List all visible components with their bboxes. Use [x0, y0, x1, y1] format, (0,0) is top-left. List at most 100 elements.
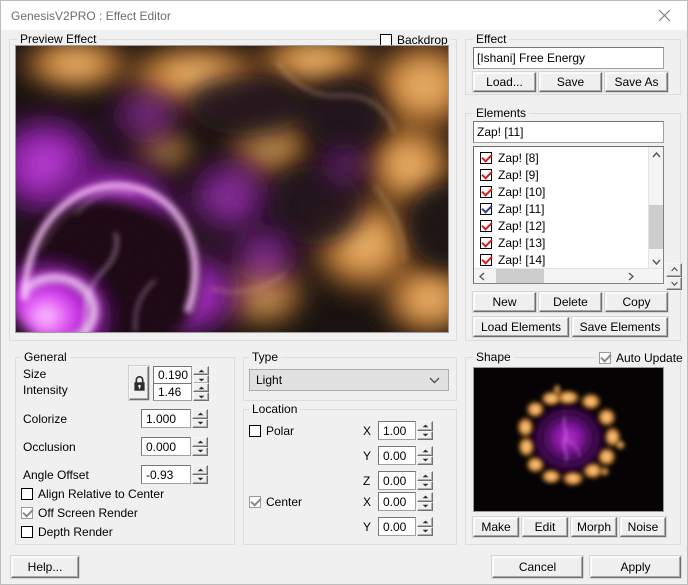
spinner-up-icon[interactable]: [417, 421, 433, 431]
off-screen-render-checkbox[interactable]: Off Screen Render: [21, 506, 138, 520]
colorize-spinner[interactable]: [192, 409, 208, 428]
cancel-button[interactable]: Cancel: [492, 556, 583, 578]
spinner-up-icon[interactable]: [417, 517, 433, 527]
element-selected-input[interactable]: Zap! [11]: [473, 121, 664, 143]
occlusion-spinner[interactable]: [192, 437, 208, 456]
lock-closed-icon[interactable]: [129, 366, 149, 400]
list-item[interactable]: Zap! [10]: [474, 183, 648, 200]
effect-name-input[interactable]: [Ishani] Free Energy: [473, 47, 664, 69]
delete-element-button[interactable]: Delete: [539, 292, 602, 312]
polar-x-spinner[interactable]: [417, 421, 433, 440]
spinner-down-icon[interactable]: [193, 392, 209, 401]
chevron-left-icon[interactable]: [474, 269, 490, 283]
polar-x-input[interactable]: 1.00: [378, 421, 416, 440]
center-checkbox[interactable]: Center: [249, 495, 302, 509]
elements-vscroll-thumb[interactable]: [649, 205, 663, 249]
list-item[interactable]: Zap! [12]: [474, 217, 648, 234]
spinner-up-icon[interactable]: [192, 409, 208, 419]
spinner-up-icon[interactable]: [193, 366, 209, 375]
element-checkbox[interactable]: [480, 236, 492, 249]
edit-shape-button[interactable]: Edit: [522, 517, 568, 537]
intensity-spinner[interactable]: [193, 383, 209, 401]
spinner-down-icon[interactable]: [417, 430, 433, 440]
angle-offset-spinner[interactable]: [192, 465, 208, 484]
chevron-up-icon[interactable]: [649, 147, 663, 163]
elements-listbox[interactable]: Zap! [8] Zap! [9] Zap! [10] Zap! [11] Zap! […: [473, 146, 664, 284]
element-checkbox[interactable]: [480, 151, 492, 164]
spinner-down-icon[interactable]: [417, 501, 433, 511]
elements-hscroll-thumb[interactable]: [496, 269, 544, 283]
save-elements-button[interactable]: Save Elements: [572, 317, 668, 337]
elements-horizontal-scrollbar[interactable]: [474, 268, 663, 283]
apply-button[interactable]: Apply: [590, 556, 681, 578]
center-checkbox-box: [249, 496, 261, 508]
save-effect-button[interactable]: Save: [539, 72, 602, 92]
spinner-up-icon[interactable]: [192, 465, 208, 475]
help-button[interactable]: Help...: [11, 556, 79, 578]
center-y-input[interactable]: 0.00: [378, 517, 416, 536]
center-y-spinner[interactable]: [417, 517, 433, 536]
polar-checkbox[interactable]: Polar: [249, 424, 294, 438]
copy-element-button[interactable]: Copy: [605, 292, 668, 312]
spinner-up-icon[interactable]: [417, 471, 433, 481]
type-dropdown[interactable]: Light: [249, 369, 449, 391]
depth-render-checkbox[interactable]: Depth Render: [21, 525, 113, 539]
save-as-effect-button[interactable]: Save As: [605, 72, 668, 92]
occlusion-input[interactable]: 0.000: [141, 437, 191, 456]
spinner-down-icon[interactable]: [192, 418, 208, 428]
spinner-down-icon[interactable]: [666, 276, 682, 290]
spinner-up-icon[interactable]: [666, 263, 682, 277]
angle-offset-input[interactable]: -0.93: [141, 465, 191, 484]
element-checkbox[interactable]: [480, 185, 492, 198]
new-element-button[interactable]: New: [473, 292, 536, 312]
element-checkbox[interactable]: [480, 202, 492, 215]
intensity-input[interactable]: 1.46: [153, 383, 192, 401]
align-checkbox-box: [21, 488, 33, 500]
load-effect-button[interactable]: Load...: [473, 72, 536, 92]
spinner-down-icon[interactable]: [192, 474, 208, 484]
element-checkbox[interactable]: [480, 253, 492, 266]
morph-shape-button[interactable]: Morph: [571, 517, 617, 537]
size-input[interactable]: 0.190: [153, 366, 192, 384]
off-screen-label: Off Screen Render: [38, 506, 138, 520]
elements-vertical-scrollbar[interactable]: [648, 147, 663, 270]
elements-list-items: Zap! [8] Zap! [9] Zap! [10] Zap! [11] Zap! […: [474, 149, 648, 268]
noise-shape-button[interactable]: Noise: [620, 517, 666, 537]
auto-update-checkbox[interactable]: Auto Update: [596, 351, 686, 365]
spinner-down-icon[interactable]: [417, 455, 433, 465]
list-item[interactable]: Zap! [14]: [474, 251, 648, 268]
make-shape-button[interactable]: Make: [473, 517, 519, 537]
shape-preview-canvas: [474, 368, 663, 511]
spinner-down-icon[interactable]: [417, 480, 433, 490]
polar-z-label: Z: [363, 474, 371, 488]
spinner-up-icon[interactable]: [417, 492, 433, 502]
spinner-up-icon[interactable]: [417, 446, 433, 456]
list-item[interactable]: Zap! [8]: [474, 149, 648, 166]
spinner-up-icon[interactable]: [192, 437, 208, 447]
spinner-up-icon[interactable]: [193, 383, 209, 392]
list-item[interactable]: Zap! [9]: [474, 166, 648, 183]
polar-y-input[interactable]: 0.00: [378, 446, 416, 465]
polar-z-spinner[interactable]: [417, 471, 433, 490]
chevron-right-icon[interactable]: [623, 269, 639, 283]
colorize-input[interactable]: 1.000: [141, 409, 191, 428]
center-label: Center: [266, 495, 303, 509]
center-x-input[interactable]: 0.00: [378, 492, 416, 511]
off-screen-checkbox-box: [21, 507, 33, 519]
elements-order-spinner[interactable]: [666, 263, 682, 290]
polar-z-input[interactable]: 0.00: [378, 471, 416, 490]
close-icon[interactable]: [641, 1, 687, 30]
load-elements-button[interactable]: Load Elements: [473, 317, 569, 337]
align-relative-to-center-checkbox[interactable]: Align Relative to Center: [21, 487, 164, 501]
element-checkbox[interactable]: [480, 219, 492, 232]
spinner-down-icon[interactable]: [417, 526, 433, 536]
polar-y-spinner[interactable]: [417, 446, 433, 465]
center-x-spinner[interactable]: [417, 492, 433, 511]
list-item[interactable]: Zap! [11]: [474, 200, 648, 217]
element-label: Zap! [14]: [498, 252, 546, 267]
list-item[interactable]: Zap! [13]: [474, 234, 648, 251]
spinner-down-icon[interactable]: [192, 446, 208, 456]
size-spinner[interactable]: [193, 366, 209, 384]
element-checkbox[interactable]: [480, 168, 492, 181]
align-label: Align Relative to Center: [38, 487, 165, 501]
